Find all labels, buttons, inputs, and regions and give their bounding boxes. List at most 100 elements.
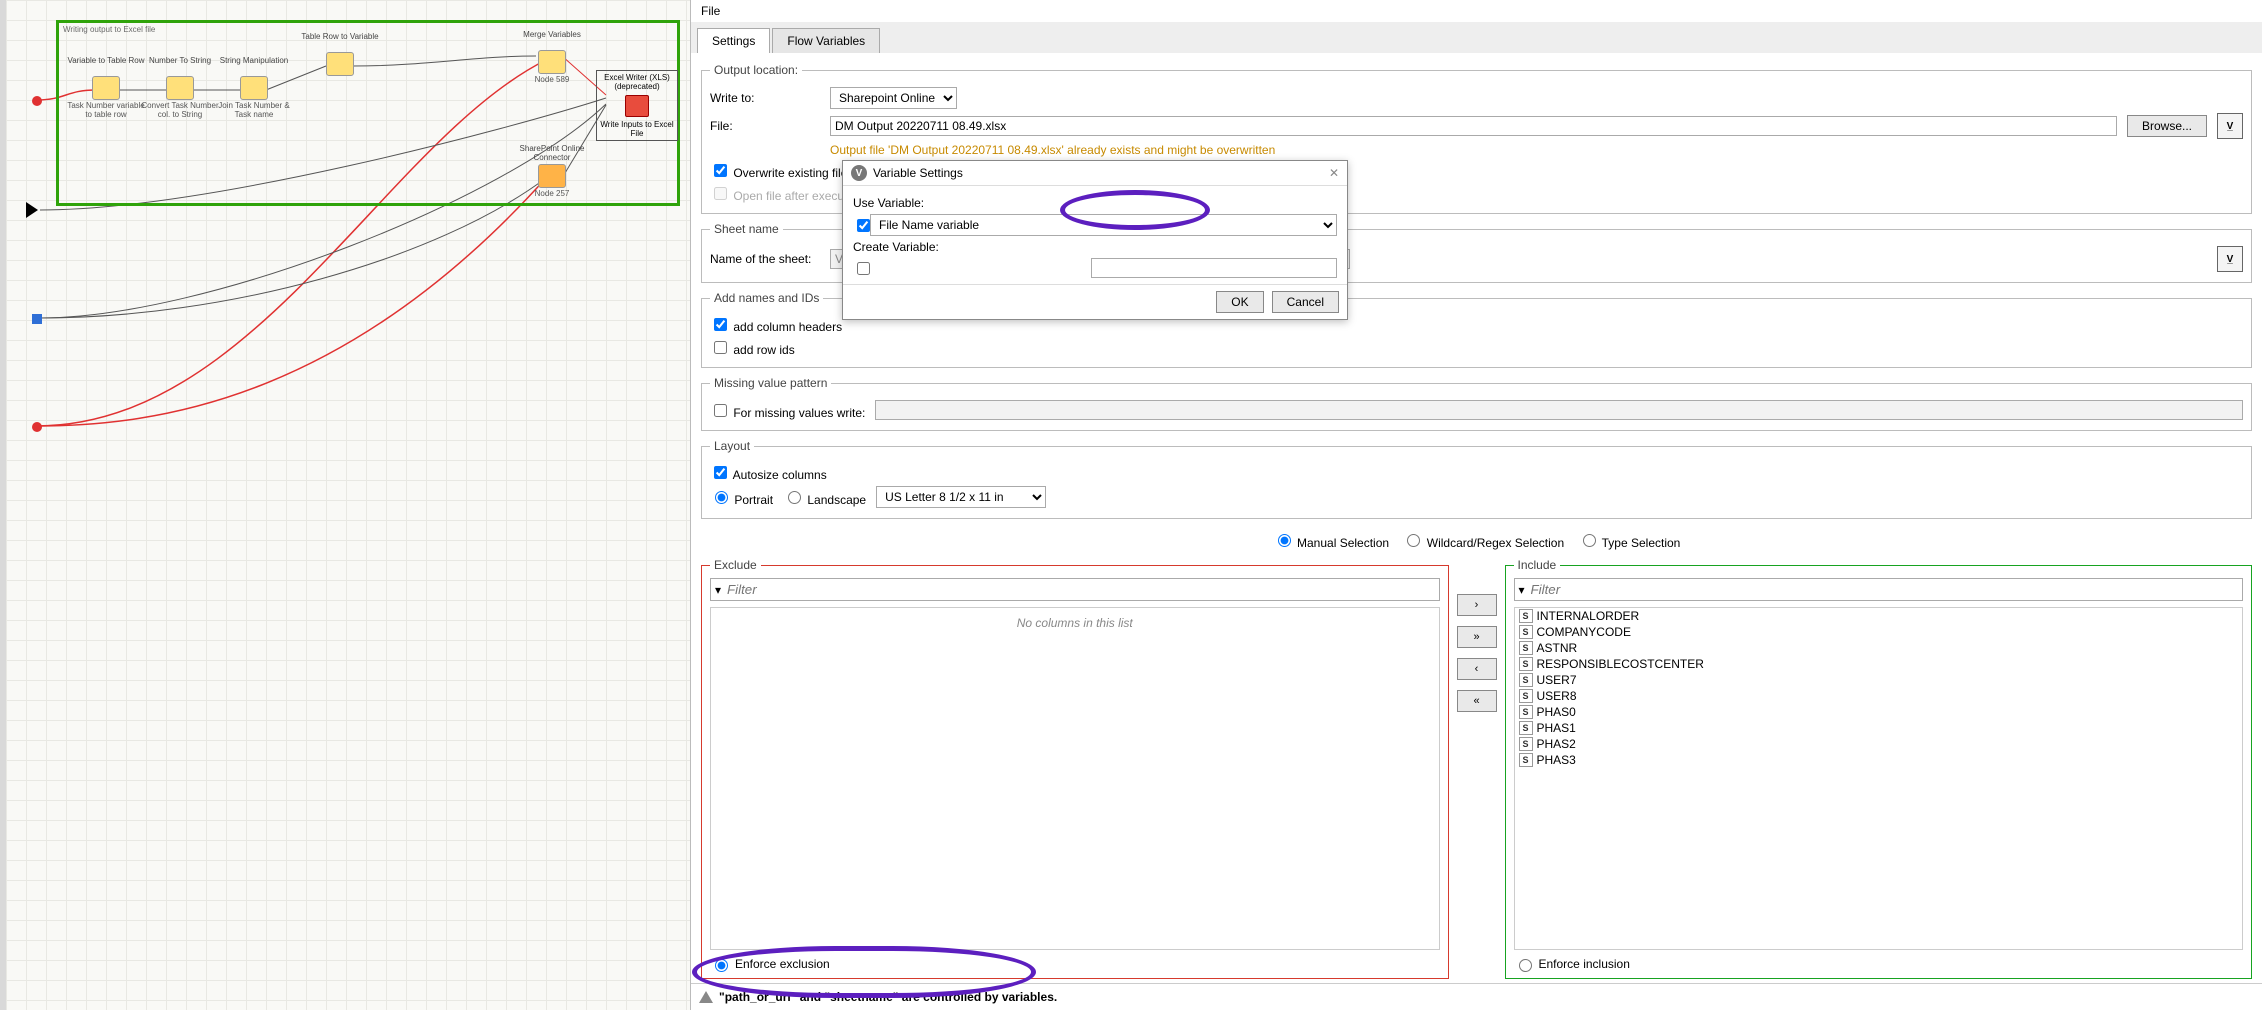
select-write-to[interactable]: Sharepoint Online	[830, 87, 957, 109]
flow-var-button-sheet[interactable]: V̲	[2217, 246, 2243, 272]
variable-settings-dialog: V Variable Settings ✕ Use Variable: File…	[842, 160, 1348, 320]
move-right-button[interactable]: ›	[1457, 594, 1497, 616]
node-icon	[166, 76, 194, 100]
node-icon	[326, 52, 354, 76]
move-all-left-button[interactable]: «	[1457, 690, 1497, 712]
tabs: Settings Flow Variables	[691, 22, 2262, 53]
input-port-red-2[interactable]	[32, 422, 42, 432]
radio-manual[interactable]	[1278, 534, 1291, 547]
node-merge-variables[interactable]: Merge Variables Node 589	[510, 30, 594, 84]
radio-enforce-exclusion[interactable]	[715, 959, 728, 972]
close-icon[interactable]: ✕	[1329, 166, 1339, 180]
column-filter: Exclude ▾ No columns in this list Enforc…	[701, 554, 2252, 983]
input-create-variable[interactable]	[1091, 258, 1337, 278]
move-left-button[interactable]: ‹	[1457, 658, 1497, 680]
list-item[interactable]: SRESPONSIBLECOSTCENTER	[1515, 656, 2243, 672]
menubar: File	[691, 0, 2262, 22]
input-port-data[interactable]	[26, 202, 38, 218]
node-string-manipulation[interactable]: String Manipulation Join Task Number & T…	[212, 56, 296, 119]
radio-landscape[interactable]	[788, 491, 801, 504]
check-autosize[interactable]	[714, 466, 727, 479]
label-sheet-name: Name of the sheet:	[710, 252, 820, 266]
type-icon: S	[1519, 657, 1533, 671]
node-icon	[538, 164, 566, 188]
type-icon: S	[1519, 689, 1533, 703]
flow-var-button-file[interactable]: V̲	[2217, 113, 2243, 139]
include-filter[interactable]	[1529, 581, 2238, 598]
status-text: "path_or_url" and "sheetname" are contro…	[719, 990, 1057, 1004]
move-all-right-button[interactable]: »	[1457, 626, 1497, 648]
selection-mode: Manual Selection Wildcard/Regex Selectio…	[701, 531, 2252, 550]
type-icon: S	[1519, 753, 1533, 767]
list-item[interactable]: SPHAS1	[1515, 720, 2243, 736]
type-icon: S	[1519, 721, 1533, 735]
filter-icon: ▾	[715, 583, 721, 597]
exclude-list[interactable]: No columns in this list	[710, 607, 1440, 950]
include-list[interactable]: SINTERNALORDERSCOMPANYCODESASTNRSRESPONS…	[1514, 607, 2244, 950]
check-missing[interactable]	[714, 404, 727, 417]
workflow-canvas[interactable]: Writing output to Excel file Variable to…	[0, 0, 690, 1010]
ok-button[interactable]: OK	[1216, 291, 1263, 313]
check-add-headers[interactable]	[714, 318, 727, 331]
check-add-rowids[interactable]	[714, 341, 727, 354]
type-icon: S	[1519, 737, 1533, 751]
node-variable-to-table-row[interactable]: Variable to Table Row Task Number variab…	[64, 56, 148, 119]
radio-regex[interactable]	[1407, 534, 1420, 547]
exclude-filter[interactable]	[725, 581, 1434, 598]
dialog-title: Variable Settings	[873, 166, 963, 180]
type-icon: S	[1519, 673, 1533, 687]
node-sharepoint-connector[interactable]: SharePoint Online Connector Node 257	[510, 144, 594, 198]
warn-overwrite: Output file 'DM Output 20220711 08.49.xl…	[830, 143, 1275, 157]
node-table-row-to-variable[interactable]: Table Row to Variable	[298, 32, 382, 76]
check-overwrite[interactable]	[714, 164, 727, 177]
list-item[interactable]: SPHAS2	[1515, 736, 2243, 752]
node-icon	[538, 50, 566, 74]
list-item[interactable]: SPHAS0	[1515, 704, 2243, 720]
cancel-button[interactable]: Cancel	[1272, 291, 1339, 313]
include-panel: Include ▾ SINTERNALORDERSCOMPANYCODESAST…	[1505, 558, 2253, 979]
radio-portrait[interactable]	[715, 491, 728, 504]
check-open-after	[714, 187, 727, 200]
label-file: File:	[710, 119, 820, 133]
node-number-to-string[interactable]: Number To String Convert Task Number col…	[138, 56, 222, 119]
type-icon: S	[1519, 705, 1533, 719]
check-use-variable[interactable]	[857, 219, 870, 232]
input-port-blue[interactable]	[32, 314, 42, 324]
node-excel-writer[interactable]: Excel Writer (XLS) (deprecated) Write In…	[596, 70, 678, 141]
label-use-variable: Use Variable:	[853, 196, 943, 210]
radio-enforce-inclusion[interactable]	[1519, 959, 1532, 972]
label-write-to: Write to:	[710, 91, 820, 105]
input-file-path[interactable]	[830, 116, 2117, 136]
browse-button[interactable]: Browse...	[2127, 115, 2207, 137]
type-icon: S	[1519, 609, 1533, 623]
type-icon: S	[1519, 625, 1533, 639]
list-item[interactable]: SPHAS3	[1515, 752, 2243, 768]
list-item[interactable]: SUSER8	[1515, 688, 2243, 704]
tab-settings[interactable]: Settings	[697, 28, 770, 53]
filter-icon: ▾	[1519, 583, 1525, 597]
dialog-icon: V	[851, 165, 867, 181]
check-create-variable[interactable]	[857, 262, 870, 275]
input-missing	[875, 400, 2243, 420]
node-icon	[92, 76, 120, 100]
status-bar: "path_or_url" and "sheetname" are contro…	[691, 983, 2262, 1010]
tab-flow-variables[interactable]: Flow Variables	[772, 28, 880, 53]
node-icon	[240, 76, 268, 100]
label-create-variable: Create Variable:	[853, 240, 943, 254]
exclude-panel: Exclude ▾ No columns in this list Enforc…	[701, 558, 1449, 979]
group-missing: Missing value pattern For missing values…	[701, 376, 2252, 431]
input-port-red-1[interactable]	[32, 96, 42, 106]
list-item[interactable]: SCOMPANYCODE	[1515, 624, 2243, 640]
frame-title: Writing output to Excel file	[63, 25, 155, 34]
select-paper[interactable]: US Letter 8 1/2 x 11 in	[876, 486, 1046, 508]
menu-file[interactable]: File	[701, 4, 720, 18]
group-layout: Layout Autosize columns Portrait Landsca…	[701, 439, 2252, 519]
radio-type[interactable]	[1583, 534, 1596, 547]
node-config-panel: File Settings Flow Variables Output loca…	[690, 0, 2262, 1010]
warning-icon	[699, 991, 713, 1003]
move-buttons: › » ‹ «	[1457, 554, 1497, 983]
list-item[interactable]: SUSER7	[1515, 672, 2243, 688]
list-item[interactable]: SASTNR	[1515, 640, 2243, 656]
list-item[interactable]: SINTERNALORDER	[1515, 608, 2243, 624]
select-variable[interactable]: File Name variable	[870, 214, 1337, 236]
